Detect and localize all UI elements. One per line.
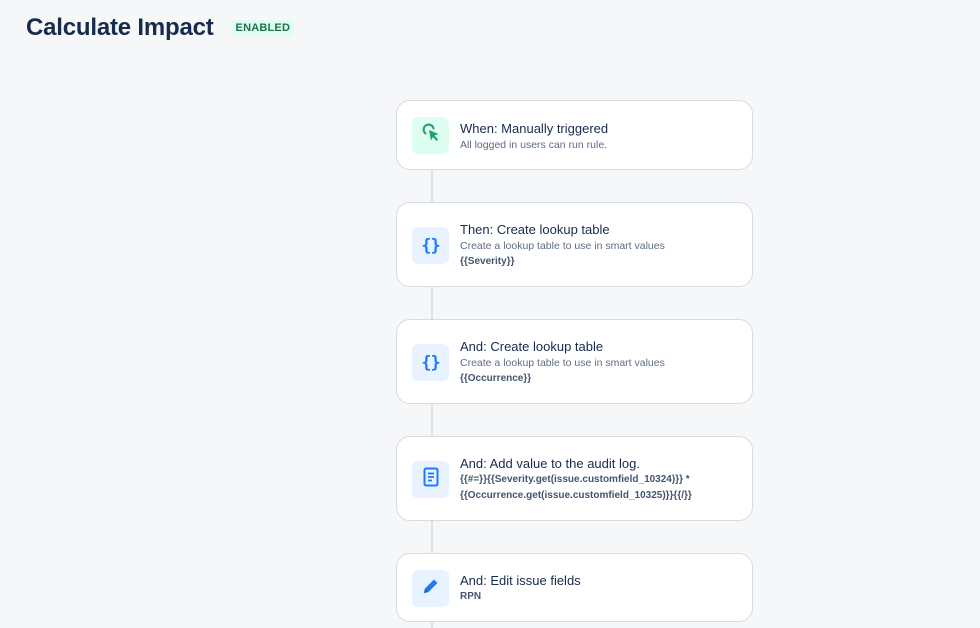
action-card-audit-log[interactable]: And: Add value to the audit log. {{#=}}{…	[396, 436, 753, 521]
step-title: When: Manually triggered	[460, 121, 609, 136]
flow-connector	[431, 286, 433, 320]
step-title: And: Edit issue fields	[460, 573, 581, 588]
rule-header: Calculate Impact ENABLED	[26, 14, 295, 42]
trigger-card[interactable]: When: Manually triggered All logged in u…	[396, 100, 753, 170]
status-badge: ENABLED	[231, 20, 295, 36]
flow-connector	[431, 169, 433, 203]
action-icon-box	[412, 461, 449, 498]
step-smart-value: RPN	[460, 591, 482, 602]
action-card-create-lookup-severity[interactable]: {} Then: Create lookup table Create a lo…	[396, 202, 753, 287]
braces-icon: {}	[421, 235, 441, 256]
cursor-click-icon	[420, 122, 442, 149]
step-description: All logged in users can run rule.	[460, 139, 608, 151]
step-title: And: Create lookup table	[460, 339, 604, 354]
page-title: Calculate Impact	[26, 14, 214, 41]
action-icon-box	[412, 570, 449, 607]
document-icon	[422, 467, 440, 492]
action-card-create-lookup-occurrence[interactable]: {} And: Create lookup table Create a loo…	[396, 319, 753, 404]
step-description: Create a lookup table to use in smart va…	[460, 357, 665, 369]
action-icon-box: {}	[412, 227, 449, 264]
trigger-icon-box	[412, 117, 449, 154]
action-icon-box: {}	[412, 344, 449, 381]
flow-connector	[431, 520, 433, 554]
step-title: And: Add value to the audit log.	[460, 456, 640, 471]
pencil-icon	[421, 576, 441, 601]
braces-icon: {}	[421, 352, 441, 373]
step-title: Then: Create lookup table	[460, 222, 610, 237]
step-smart-value: {{Occurrence.get(issue.customfield_10325…	[460, 490, 692, 501]
step-smart-value: {{Severity}}	[460, 256, 515, 267]
step-description: Create a lookup table to use in smart va…	[460, 240, 665, 252]
flow-connector	[431, 621, 433, 628]
action-card-edit-issue-fields[interactable]: And: Edit issue fields RPN	[396, 553, 753, 622]
step-smart-value: {{Occurrence}}	[460, 373, 532, 384]
step-smart-value: {{#=}}{{Severity.get(issue.customfield_1…	[460, 474, 690, 485]
flow-connector	[431, 403, 433, 437]
